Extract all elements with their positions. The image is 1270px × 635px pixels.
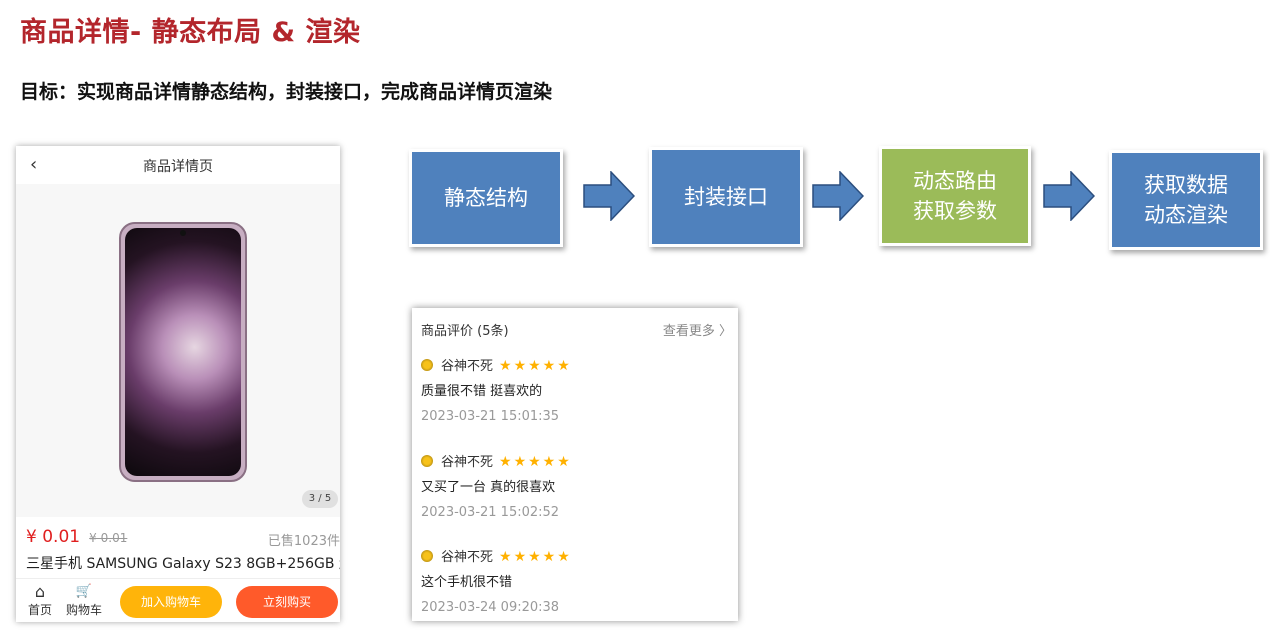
avatar <box>421 550 433 562</box>
reviews-panel: 商品评价 (5条) 查看更多 〉 谷神不死 ★★★★★ 质量很不错 挺喜欢的 20… <box>412 308 738 621</box>
home-icon: ⌂ <box>34 582 46 601</box>
price-row: ¥ 0.01 ¥ 0.01 已售1023件 <box>26 527 340 549</box>
flow-step-3: 动态路由 获取参数 <box>879 146 1031 246</box>
reviews-title: 商品评价 (5条) <box>421 324 509 339</box>
review-time: 2023-03-24 09:20:38 <box>421 600 560 615</box>
page-heading: 商品详情- 静态布局 & 渲染 <box>20 17 361 48</box>
sold-count: 已售1023件 <box>267 534 340 549</box>
buy-now-button[interactable]: 立刻购买 <box>236 586 338 618</box>
avatar <box>421 359 433 371</box>
product-image <box>119 222 247 482</box>
review-item: 谷神不死 ★★★★★ 质量很不错 挺喜欢的 2023-03-21 15:01:35 <box>421 356 731 424</box>
flow-step-1: 静态结构 <box>409 149 563 247</box>
product-name: 三星手机 SAMSUNG Galaxy S23 8GB+256GB 超 <box>26 556 340 572</box>
action-bar: ⌂ 首页 🛒 购物车 加入购物车 立刻购买 <box>16 578 340 622</box>
review-text: 质量很不错 挺喜欢的 <box>421 384 543 399</box>
review-item: 谷神不死 ★★★★★ 这个手机很不错 2023-03-24 09:20:38 <box>421 547 731 615</box>
flow-step-2-label: 封装接口 <box>684 185 768 209</box>
review-user: 谷神不死 <box>441 455 494 470</box>
view-more-link[interactable]: 查看更多 〉 <box>663 320 732 339</box>
flow-step-2: 封装接口 <box>649 147 803 247</box>
add-to-cart-button[interactable]: 加入购物车 <box>120 586 222 618</box>
home-label: 首页 <box>27 603 52 617</box>
arrow-right-icon <box>1043 171 1095 221</box>
review-text: 这个手机很不错 <box>421 575 513 590</box>
flow-step-4-line1: 获取数据 <box>1144 173 1228 197</box>
arrow-right-icon <box>583 171 635 221</box>
cart-tab[interactable]: 🛒 购物车 <box>66 583 102 618</box>
product-detail-mockup: ‹ 商品详情页 3 / 5 ¥ 0.01 ¥ 0.01 已售1023件 三星手机… <box>16 146 340 622</box>
cart-label: 购物车 <box>66 603 103 617</box>
review-time: 2023-03-21 15:02:52 <box>421 505 560 520</box>
camera-dot <box>180 230 186 236</box>
goal-text: 目标：实现商品详情静态结构，封装接口，完成商品详情页渲染 <box>20 81 553 103</box>
flow-step-1-label: 静态结构 <box>444 186 528 210</box>
flow-step-3-line2: 获取参数 <box>913 199 997 223</box>
phone-screen <box>125 228 241 476</box>
flow-step-4-line2: 动态渲染 <box>1144 203 1228 227</box>
rating-stars: ★★★★★ <box>499 549 572 565</box>
flow-step-3-line1: 动态路由 <box>913 169 997 193</box>
product-gallery[interactable]: 3 / 5 <box>16 184 340 517</box>
rating-stars: ★★★★★ <box>499 454 572 470</box>
avatar <box>421 455 433 467</box>
nav-bar: ‹ 商品详情页 <box>16 146 340 184</box>
nav-title: 商品详情页 <box>143 159 213 175</box>
gallery-pager: 3 / 5 <box>302 490 338 508</box>
price: ¥ 0.01 <box>26 527 81 547</box>
review-text: 又买了一台 真的很喜欢 <box>421 480 556 495</box>
review-user: 谷神不死 <box>441 550 494 565</box>
arrow-right-icon <box>812 171 864 221</box>
old-price: ¥ 0.01 <box>89 531 128 545</box>
review-user: 谷神不死 <box>441 359 494 374</box>
review-time: 2023-03-21 15:01:35 <box>421 409 560 424</box>
home-tab[interactable]: ⌂ 首页 <box>22 583 58 618</box>
rating-stars: ★★★★★ <box>499 358 572 374</box>
flow-step-4: 获取数据 动态渲染 <box>1109 150 1263 250</box>
review-item: 谷神不死 ★★★★★ 又买了一台 真的很喜欢 2023-03-21 15:02:5… <box>421 452 731 520</box>
cart-icon: 🛒 <box>75 584 93 599</box>
